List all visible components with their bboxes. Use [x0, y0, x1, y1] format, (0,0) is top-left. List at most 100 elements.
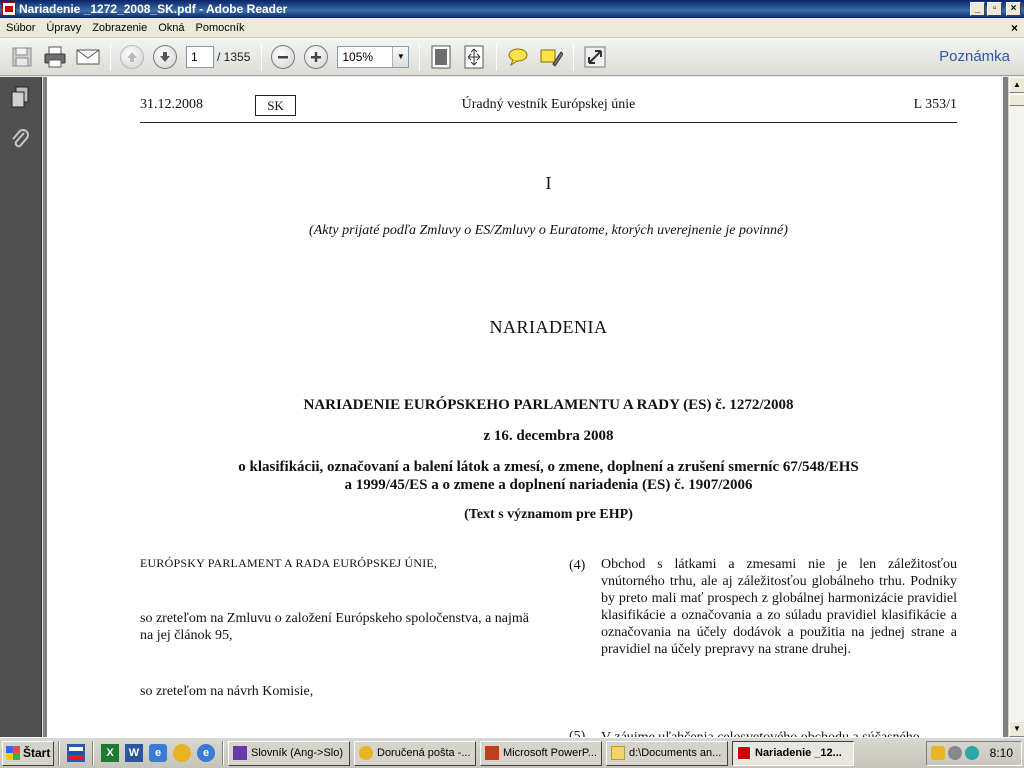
pages-panel-button[interactable]	[8, 85, 32, 109]
menu-edit[interactable]: Úpravy	[46, 22, 81, 34]
minus-icon	[271, 44, 296, 69]
previous-page-button[interactable]	[118, 43, 146, 71]
save-icon	[12, 47, 32, 66]
pages-icon	[11, 86, 29, 108]
task-label: Doručená pošta -...	[377, 747, 471, 759]
save-button[interactable]	[8, 43, 36, 71]
header-date: 31.12.2008	[140, 97, 203, 112]
regulation-title: NARIADENIE EURÓPSKEHO PARLAMENTU A RADY …	[303, 397, 794, 413]
fit-width-icon	[464, 45, 484, 68]
word-icon[interactable]: W	[125, 744, 143, 762]
chevron-down-icon[interactable]: ▼	[392, 46, 409, 67]
recital-number: (4)	[569, 558, 586, 573]
comment-button[interactable]	[504, 43, 532, 71]
envelope-icon	[76, 49, 100, 64]
regulation-subject-line-2: a 1999/45/ES a o zmene a doplnení nariad…	[344, 477, 753, 493]
printer-icon	[44, 46, 66, 67]
taskbar: Štart X W e e Slovník (Ang->Slo) Doručen…	[0, 737, 1024, 768]
task-outlook[interactable]: Doručená pošta -...	[354, 740, 476, 766]
zoom-out-button[interactable]	[269, 43, 297, 71]
browser-icon[interactable]: e	[149, 744, 167, 762]
highlight-button[interactable]	[537, 43, 565, 71]
arrow-down-icon	[153, 44, 177, 69]
powerpoint-icon	[485, 746, 499, 760]
windows-logo-icon	[6, 746, 20, 760]
acts-subtitle: (Akty prijaté podľa Zmluvy o ES/Zmluvy o…	[309, 223, 788, 238]
expand-button[interactable]	[581, 43, 609, 71]
task-powerpoint[interactable]: Microsoft PowerP...	[480, 740, 602, 766]
start-button[interactable]: Štart	[2, 740, 54, 766]
minimize-button[interactable]: _	[970, 2, 985, 16]
task-label: Microsoft PowerP...	[503, 747, 597, 759]
ie-icon[interactable]: e	[197, 744, 215, 762]
menu-window[interactable]: Okná	[158, 22, 184, 34]
speech-bubble-icon	[508, 48, 528, 66]
start-label: Štart	[23, 746, 51, 760]
recital-text: Obchod s látkami a zmesami nie je len zá…	[601, 557, 957, 657]
print-button[interactable]	[41, 43, 69, 71]
attachments-panel-button[interactable]	[8, 127, 32, 151]
outlook-icon	[359, 746, 373, 760]
language-bar-icon[interactable]	[67, 744, 85, 762]
page-number-input[interactable]	[186, 45, 214, 68]
menu-bar: Súbor Úpravy Zobrazenie Okná Pomocník ×	[0, 18, 1024, 38]
pen-note-icon	[540, 49, 564, 67]
task-label: d:\Documents an...	[629, 747, 722, 759]
tray-network-icon[interactable]	[948, 746, 962, 760]
recital-number: (5)	[569, 729, 586, 737]
toolbar-separator	[573, 42, 575, 71]
eea-relevance: (Text s významom pre EHP)	[464, 507, 633, 522]
vertical-scrollbar[interactable]: ▲ ▼	[1008, 77, 1024, 737]
excel-icon[interactable]: X	[101, 744, 119, 762]
pdf-page: Úradný vestník Európskej únie 31.12.2008…	[47, 77, 1003, 737]
page-total: / 1355	[217, 49, 251, 64]
fit-width-button[interactable]	[460, 43, 488, 71]
system-tray: 8:10	[926, 740, 1022, 766]
restore-button[interactable]: ▫	[987, 2, 1002, 16]
zoom-select[interactable]: 105% ▼	[337, 45, 410, 68]
taskbar-separator	[58, 741, 60, 765]
close-button[interactable]: ×	[1006, 2, 1021, 16]
clock-app-icon[interactable]	[173, 744, 191, 762]
scroll-thumb[interactable]	[1009, 94, 1024, 106]
task-slovnik[interactable]: Slovník (Ang->Slo)	[228, 740, 350, 766]
task-explorer[interactable]: d:\Documents an...	[606, 740, 728, 766]
paperclip-icon	[12, 129, 29, 148]
section-title: NARIADENIA	[489, 317, 608, 337]
language-box: SK	[255, 95, 296, 116]
fit-page-icon	[431, 45, 451, 68]
task-adobe-reader[interactable]: Nariadenie _12...	[732, 740, 854, 766]
document-view[interactable]: Úradný vestník Európskej únie 31.12.2008…	[43, 77, 1008, 737]
folder-icon	[611, 746, 625, 760]
toolbar-separator	[496, 42, 498, 71]
menu-view[interactable]: Zobrazenie	[92, 22, 147, 34]
email-button[interactable]	[74, 43, 102, 71]
regulation-subject: o klasifikácii, označovaní a balení láto…	[140, 458, 957, 494]
recital-text: V záujme uľahčenia celosvetového obchodu…	[601, 729, 957, 737]
regulation-date: z 16. decembra 2008	[483, 428, 614, 444]
menu-help[interactable]: Pomocník	[196, 22, 245, 34]
document-close-button[interactable]: ×	[1011, 21, 1018, 35]
title-bar: Nariadenie _1272_2008_SK.pdf - Adobe Rea…	[0, 0, 1024, 18]
scroll-down-button[interactable]: ▼	[1009, 721, 1024, 737]
taskbar-separator	[222, 741, 224, 765]
toolbar-separator	[261, 42, 263, 71]
toolbar-separator	[419, 42, 421, 71]
toolbar-separator	[110, 42, 111, 71]
menu-file[interactable]: Súbor	[6, 22, 35, 34]
part-number: I	[545, 173, 552, 193]
tray-status-icon[interactable]	[965, 746, 979, 760]
fit-page-button[interactable]	[427, 43, 455, 71]
navigation-panel	[0, 77, 42, 737]
preamble-intro: EURÓPSKY PARLAMENT A RADA EURÓPSKEJ ÚNIE…	[140, 556, 438, 570]
scroll-up-button[interactable]: ▲	[1009, 77, 1024, 93]
page-header: Úradný vestník Európskej únie 31.12.2008…	[140, 95, 957, 123]
clock: 8:10	[989, 746, 1013, 760]
zoom-in-button[interactable]	[302, 43, 330, 71]
tray-clock-icon[interactable]	[931, 746, 945, 760]
adobe-reader-icon	[2, 2, 16, 16]
toolbar: / 1355 105% ▼ Poznámka	[0, 38, 1024, 76]
next-page-button[interactable]	[151, 43, 179, 71]
comment-label[interactable]: Poznámka	[939, 48, 1010, 65]
adobe-reader-icon	[737, 746, 751, 760]
